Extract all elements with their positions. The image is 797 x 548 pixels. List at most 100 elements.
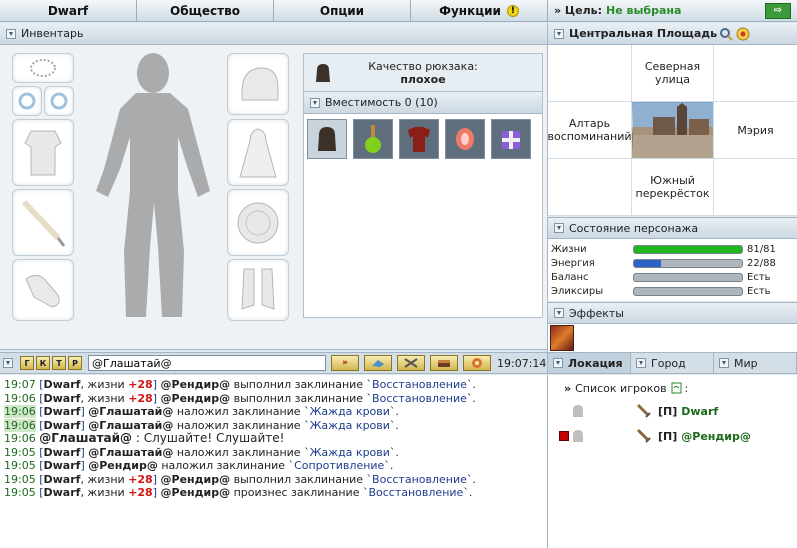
chevron-down-icon xyxy=(553,358,563,368)
location-header[interactable]: Центральная Площадь xyxy=(547,23,797,45)
slot-helmet[interactable] xyxy=(227,53,289,115)
slot-amulet[interactable] xyxy=(12,53,74,83)
chat-caster-name[interactable]: @Глашатай@ xyxy=(88,419,173,432)
chevron-down-icon[interactable] xyxy=(310,97,320,108)
chat-caster-name[interactable]: @Рендир@ xyxy=(161,392,231,405)
chat-heal-amount: +28 xyxy=(128,472,153,486)
chat-player-name[interactable]: Dwarf xyxy=(44,405,81,418)
bag-item-potion[interactable] xyxy=(353,119,393,159)
effects-header[interactable]: Эффекты xyxy=(547,302,797,324)
chat-time: 19:07 xyxy=(4,378,36,391)
chevron-down-icon[interactable] xyxy=(6,28,16,39)
chat-text: произнес заклинание ` xyxy=(230,486,369,499)
tab-options[interactable]: Опции xyxy=(274,0,411,21)
slot-gloves[interactable] xyxy=(12,259,74,321)
chat-input[interactable] xyxy=(88,355,326,371)
slot-shield[interactable] xyxy=(227,189,289,256)
exit-icon[interactable]: ⇨ xyxy=(765,3,791,19)
chat-caster-name[interactable]: @Рендир@ xyxy=(161,378,231,391)
chevron-down-icon[interactable] xyxy=(554,28,564,39)
bag-item-backpack[interactable] xyxy=(307,119,347,159)
chevron-down-icon[interactable] xyxy=(3,358,13,368)
players-list-header: » Список игроков : xyxy=(556,379,789,397)
loc-north-label: Северная улица xyxy=(644,60,701,86)
loc-empty xyxy=(548,45,632,102)
loc-north[interactable]: Северная улица xyxy=(632,45,714,102)
chat-caster-name[interactable]: @Глашатай@ xyxy=(39,431,132,445)
loc-east[interactable]: Мэрия xyxy=(714,102,797,159)
player-name[interactable]: Dwarf xyxy=(681,405,718,418)
tab-options-label: Опции xyxy=(319,3,365,18)
chat-player-name[interactable]: Dwarf xyxy=(44,473,81,486)
player-row[interactable]: [П] @Рендир@ xyxy=(556,425,789,447)
channel-button-r[interactable]: Р xyxy=(68,356,82,370)
refresh-icon[interactable] xyxy=(671,382,682,394)
player-tag[interactable]: [П] xyxy=(658,430,677,443)
chat-line: 19:05 [Dwarf] @Рендир@ наложил заклинани… xyxy=(4,459,543,473)
chat-caster-name[interactable]: @Рендир@ xyxy=(88,459,158,472)
compass-icon[interactable] xyxy=(736,27,750,41)
send-button[interactable]: » xyxy=(331,355,359,371)
channel-button-t[interactable]: Т xyxy=(52,356,66,370)
chat-caster-name[interactable]: @Рендир@ xyxy=(161,473,231,486)
backpack-icon xyxy=(316,64,330,82)
chat-player-name[interactable]: Dwarf xyxy=(44,446,81,459)
bag-item-meat[interactable] xyxy=(445,119,485,159)
slot-cloak[interactable] xyxy=(227,119,289,186)
slot-boots[interactable] xyxy=(227,259,289,321)
slot-ring-1[interactable] xyxy=(12,86,42,116)
loc-south[interactable]: Южный перекрёсток xyxy=(632,159,714,216)
chat-player-name[interactable]: Dwarf xyxy=(44,378,81,391)
chat-spell-name: Восстановление xyxy=(372,391,467,405)
player-row[interactable]: [П] Dwarf xyxy=(556,400,789,422)
inventory-header[interactable]: Инвентарь xyxy=(0,23,547,45)
player-tag[interactable]: [П] xyxy=(658,405,677,418)
chat-player-name[interactable]: Dwarf xyxy=(44,459,81,472)
chevron-down-icon[interactable] xyxy=(554,223,564,233)
tab-location[interactable]: Локация xyxy=(548,353,631,373)
bag-item-shirt[interactable] xyxy=(399,119,439,159)
elixir-bar xyxy=(633,286,743,296)
eraser-button[interactable] xyxy=(364,355,392,371)
chat-caster-name[interactable]: @Рендир@ xyxy=(161,486,231,499)
slot-armor[interactable] xyxy=(12,119,74,186)
tab-character[interactable]: Dwarf xyxy=(0,0,137,21)
chat-player-name[interactable]: Dwarf xyxy=(44,392,81,405)
channel-button-k[interactable]: К xyxy=(36,356,50,370)
chat-player-name[interactable]: Dwarf xyxy=(44,419,81,432)
bloodlust-effect-icon[interactable] xyxy=(550,325,574,351)
tab-world[interactable]: Мир xyxy=(714,353,797,373)
chat-caster-name[interactable]: @Глашатай@ xyxy=(88,446,173,459)
inventory-panel: Качество рюкзака: плохое Вместимость 0 (… xyxy=(0,45,547,350)
chat-heal-amount: +28 xyxy=(128,391,153,405)
slot-ring-2[interactable] xyxy=(44,86,74,116)
tab-functions[interactable]: Функции! xyxy=(411,0,547,21)
stat-label: Жизни xyxy=(551,243,587,255)
stat-row: Эликсиры Есть xyxy=(551,284,794,298)
chat-time: 19:06 xyxy=(4,405,36,418)
smiles-button[interactable] xyxy=(430,355,458,371)
loc-west[interactable]: Алтарь воспоминаний xyxy=(547,102,632,159)
slot-weapon[interactable] xyxy=(12,189,74,256)
chevron-down-icon[interactable] xyxy=(554,308,564,318)
magnifier-icon[interactable] xyxy=(719,27,733,41)
character-state-header[interactable]: Состояние персонажа xyxy=(547,217,797,239)
capacity-header[interactable]: Вместимость 0 (10) xyxy=(304,92,542,114)
chat-spell-name: Жажда крови xyxy=(309,405,390,418)
chat-text: выполнил заклинание ` xyxy=(230,378,373,391)
eraser-icon xyxy=(372,360,384,367)
chat-caster-name[interactable]: @Глашатай@ xyxy=(88,405,173,418)
player-name[interactable]: @Рендир@ xyxy=(681,430,751,443)
chat-line: 19:07 [Dwarf, жизни +28] @Рендир@ выполн… xyxy=(4,378,543,392)
chat-player-name[interactable]: Dwarf xyxy=(44,486,81,499)
channel-button-g[interactable]: Г xyxy=(20,356,34,370)
filter-button[interactable] xyxy=(397,355,425,371)
bag-item-gift[interactable] xyxy=(491,119,531,159)
chat-line: 19:05 [Dwarf] @Глашатай@ наложил заклина… xyxy=(4,446,543,460)
chest-icon xyxy=(438,360,450,367)
tab-city[interactable]: Город xyxy=(631,353,714,373)
tab-society[interactable]: Общество xyxy=(137,0,274,21)
goal-value[interactable]: Не выбрана xyxy=(606,4,681,17)
chat-time: 19:05 xyxy=(4,472,36,486)
settings-button[interactable] xyxy=(463,355,491,371)
